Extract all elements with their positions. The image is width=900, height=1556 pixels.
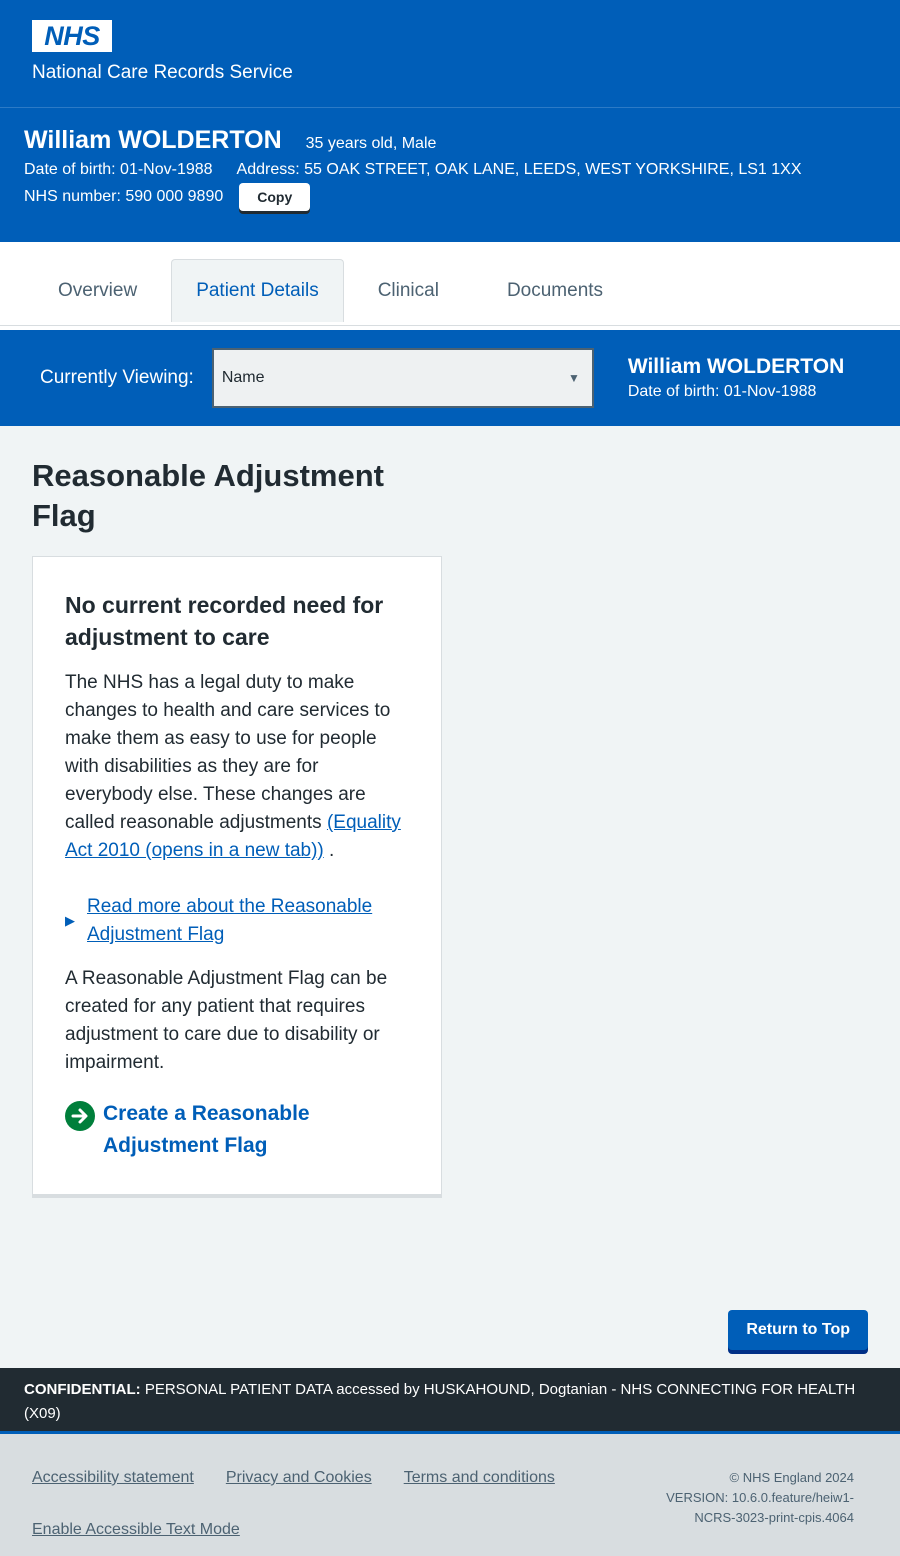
nhs-logo[interactable]: NHS (32, 20, 112, 52)
reasonable-adjustment-card: No current recorded need for adjustment … (32, 556, 442, 1198)
patient-dob: Date of birth: 01-Nov-1988 (24, 161, 213, 178)
triangle-right-icon: ▶ (65, 913, 75, 928)
main-content: Reasonable Adjustment Flag No current re… (0, 426, 900, 1368)
confidential-label: CONFIDENTIAL: (24, 1381, 141, 1398)
version: VERSION: 10.6.0.feature/heiw1-NCRS-3023-… (666, 1490, 854, 1525)
footer-link-accessibility[interactable]: Accessibility statement (32, 1468, 194, 1508)
copyright: © NHS England 2024 (729, 1470, 855, 1485)
card-body: A Reasonable Adjustment Flag can be crea… (65, 968, 388, 1073)
confidential-banner: CONFIDENTIAL: PERSONAL PATIENT DATA acce… (0, 1368, 900, 1434)
currently-viewing-label: Currently Viewing: (40, 367, 194, 388)
currently-viewing-select[interactable]: Name ▼ (211, 348, 594, 408)
create-flag-link[interactable]: Create a Reasonable Adjustment Flag (103, 1098, 409, 1162)
viewing-patient-dob: Date of birth: 01-Nov-1988 (627, 383, 817, 400)
page-title: Reasonable Adjustment Flag (32, 458, 384, 533)
patient-banner: William WOLDERTON 35 years old, Male Dat… (0, 108, 900, 242)
patient-address: Address: 55 OAK STREET, OAK LANE, LEEDS,… (236, 161, 802, 178)
viewing-patient-name: William WOLDERTON (627, 355, 845, 378)
arrow-right-circle-icon (65, 1101, 95, 1131)
card-intro: The NHS has a legal duty to make changes… (65, 669, 409, 865)
details-toggle[interactable]: ▶ Read more about the Reasonable Adjustm… (65, 893, 409, 949)
read-more-link[interactable]: Read more about the Reasonable Adjustmen… (87, 893, 409, 949)
site-header: NHS National Care Records Service (0, 0, 900, 108)
intro-end: . (323, 840, 335, 861)
footer-link-terms[interactable]: Terms and conditions (404, 1468, 555, 1508)
viewing-patient-summary: William WOLDERTON Date of birth: 01-Nov-… (628, 355, 844, 401)
copy-nhs-number-button[interactable]: Copy (239, 183, 311, 211)
tab-clinical[interactable]: Clinical (344, 259, 473, 322)
footer-link-accessible-mode[interactable]: Enable Accessible Text Mode (32, 1520, 240, 1556)
tab-documents[interactable]: Documents (473, 259, 637, 322)
patient-name: William WOLDERTON (24, 126, 282, 154)
currently-viewing-bar: Currently Viewing: Name ▼ William WOLDER… (0, 330, 900, 426)
caret-down-icon: ▼ (567, 371, 580, 385)
confidential-text: PERSONAL PATIENT DATA accessed by HUSKAH… (24, 1381, 856, 1422)
patient-age-sex: 35 years old, Male (305, 135, 437, 152)
tab-patient-details[interactable]: Patient Details (171, 259, 344, 322)
service-name[interactable]: National Care Records Service (32, 62, 868, 84)
tab-bar: Overview Patient Details Clinical Docume… (0, 242, 900, 326)
create-flag-action[interactable]: Create a Reasonable Adjustment Flag (65, 1101, 409, 1162)
footer-meta: © NHS England 2024 VERSION: 10.6.0.featu… (654, 1468, 854, 1556)
footer-link-privacy[interactable]: Privacy and Cookies (226, 1468, 372, 1508)
intro-text: The NHS has a legal duty to make changes… (65, 672, 391, 833)
select-value: Name (221, 369, 265, 386)
return-to-top-button[interactable]: Return to Top (728, 1310, 868, 1350)
tab-overview[interactable]: Overview (24, 259, 171, 322)
site-footer: Accessibility statement Privacy and Cook… (0, 1434, 900, 1556)
footer-links: Accessibility statement Privacy and Cook… (32, 1468, 612, 1556)
card-heading: No current recorded need for adjustment … (65, 592, 384, 650)
patient-nhs-number: NHS number: 590 000 9890 (24, 188, 224, 205)
